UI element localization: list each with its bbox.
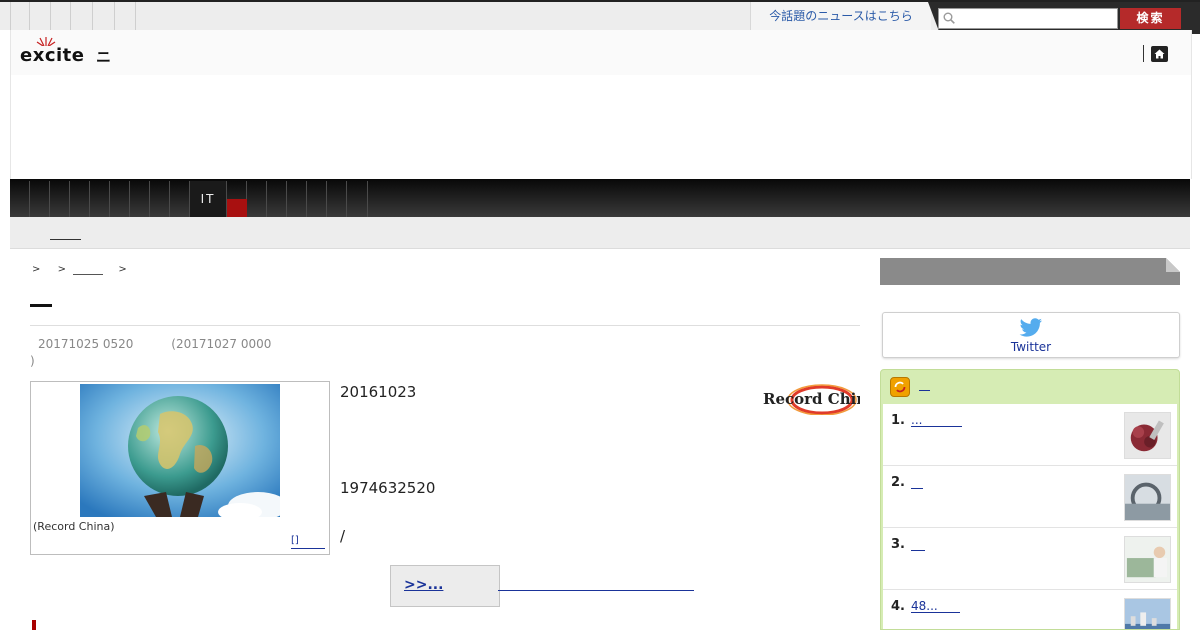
date-updated: (20171027 0000 — [171, 337, 272, 351]
ranking-item[interactable]: 2. — [883, 466, 1177, 528]
top-bar-slot[interactable] — [92, 2, 115, 30]
active-section-marker — [227, 199, 247, 217]
ranking-item[interactable]: 4. 48... — [883, 590, 1177, 630]
top-bar-slot[interactable] — [29, 2, 51, 30]
ranking-list: 1. ... 2. 3. 4. 48... — [883, 404, 1177, 630]
ranking-icon — [890, 377, 910, 397]
header-divider — [1143, 45, 1144, 62]
category-tab[interactable] — [150, 181, 170, 217]
category-tab[interactable] — [247, 181, 267, 217]
ranking-item[interactable]: 3. — [883, 528, 1177, 590]
ranking-link[interactable]: ... — [911, 414, 963, 427]
tab-it[interactable]: IT — [190, 181, 227, 217]
top-utility-bar: 今話題のニュースはこちら 検索 — [0, 0, 1200, 34]
refresh-icon — [894, 381, 906, 393]
site-header: excite ニュース — [10, 30, 1192, 129]
article-body-line: 1974632520 — [340, 479, 436, 497]
photo-enlarge-link[interactable]: [] — [291, 536, 325, 549]
record-china-logo: Record China — [763, 384, 860, 415]
category-nav: IT — [10, 179, 1190, 217]
globe-photo[interactable] — [80, 384, 280, 517]
category-tab[interactable] — [10, 181, 30, 217]
article-title-marker — [30, 304, 52, 307]
title-divider — [30, 325, 860, 326]
ranking-link[interactable] — [911, 538, 925, 551]
date-published: 20171025 0520 — [38, 337, 134, 351]
breadcrumb-link[interactable] — [73, 264, 104, 275]
sidebar-header-block — [880, 258, 1180, 285]
breadcrumb-separator-icon: > — [118, 264, 127, 275]
breadcrumb: > > > — [32, 264, 141, 275]
read-more-link[interactable]: >>... — [404, 577, 443, 593]
ranking-thumbnail[interactable] — [1124, 598, 1171, 630]
record-china-logo-text: Record China — [763, 390, 860, 408]
read-more-underline[interactable] — [498, 590, 694, 591]
category-tab[interactable] — [307, 181, 327, 217]
date-close-paren: ) — [30, 354, 35, 368]
section-heading-marker — [32, 620, 36, 630]
ranking-number: 2. — [891, 475, 905, 490]
home-icon — [1154, 49, 1165, 59]
ranking-header — [881, 370, 1179, 404]
top-bar-slot[interactable] — [50, 2, 71, 30]
ranking-link[interactable] — [911, 476, 923, 489]
logo-brand: excite — [20, 45, 85, 66]
search-input[interactable] — [938, 8, 1118, 29]
breadcrumb-separator-icon: > — [32, 264, 41, 275]
category-tab[interactable] — [90, 181, 110, 217]
twitter-bird-icon — [1019, 318, 1042, 337]
ranking-number: 4. — [891, 599, 905, 614]
category-tab[interactable] — [130, 181, 150, 217]
ranking-thumbnail[interactable] — [1124, 412, 1171, 459]
ad-banner-area — [10, 75, 1192, 179]
photo-caption: (Record China) — [33, 520, 115, 533]
article-body-line: / — [340, 527, 346, 545]
top-bar-slot[interactable] — [114, 2, 136, 30]
category-tab[interactable] — [327, 181, 347, 217]
ranking-title-link[interactable] — [919, 390, 930, 391]
top-bar-slot[interactable] — [70, 2, 93, 30]
category-tab[interactable] — [170, 181, 190, 217]
sub-nav — [10, 217, 1190, 249]
category-tab[interactable] — [347, 181, 368, 217]
ranking-thumbnail[interactable] — [1124, 474, 1171, 521]
ranking-item[interactable]: 1. ... — [883, 404, 1177, 466]
article-photo-box: (Record China) [] — [30, 381, 330, 555]
article-body-line: 20161023 — [340, 383, 417, 401]
category-tab[interactable] — [287, 181, 307, 217]
article-dateline: 20171025 0520 (20171027 0000 — [38, 337, 271, 351]
ranking-link[interactable]: 48... — [911, 600, 960, 613]
ranking-widget: 1. ... 2. 3. 4. 48... — [880, 369, 1180, 630]
ranking-thumbnail[interactable] — [1124, 536, 1171, 583]
ranking-number: 3. — [891, 537, 905, 552]
corner-fold-icon — [1166, 258, 1180, 272]
category-tab[interactable] — [30, 181, 50, 217]
breadcrumb-separator-icon: > — [57, 264, 66, 275]
top-bar-slot[interactable] — [10, 2, 30, 30]
twitter-label: Twitter — [1010, 340, 1052, 354]
category-tab[interactable] — [50, 181, 70, 217]
category-tab[interactable] — [267, 181, 287, 217]
twitter-share-button[interactable]: Twitter — [882, 312, 1180, 358]
category-tab[interactable] — [70, 181, 90, 217]
search-button[interactable]: 検索 — [1120, 8, 1181, 29]
category-tab[interactable] — [110, 181, 130, 217]
home-button[interactable] — [1151, 46, 1168, 62]
sub-nav-link[interactable] — [50, 225, 81, 240]
read-more-box: >>... — [390, 565, 500, 607]
ranking-number: 1. — [891, 413, 905, 428]
trending-news-link[interactable]: 今話題のニュースはこちら — [750, 2, 931, 30]
search-icon — [943, 12, 955, 24]
